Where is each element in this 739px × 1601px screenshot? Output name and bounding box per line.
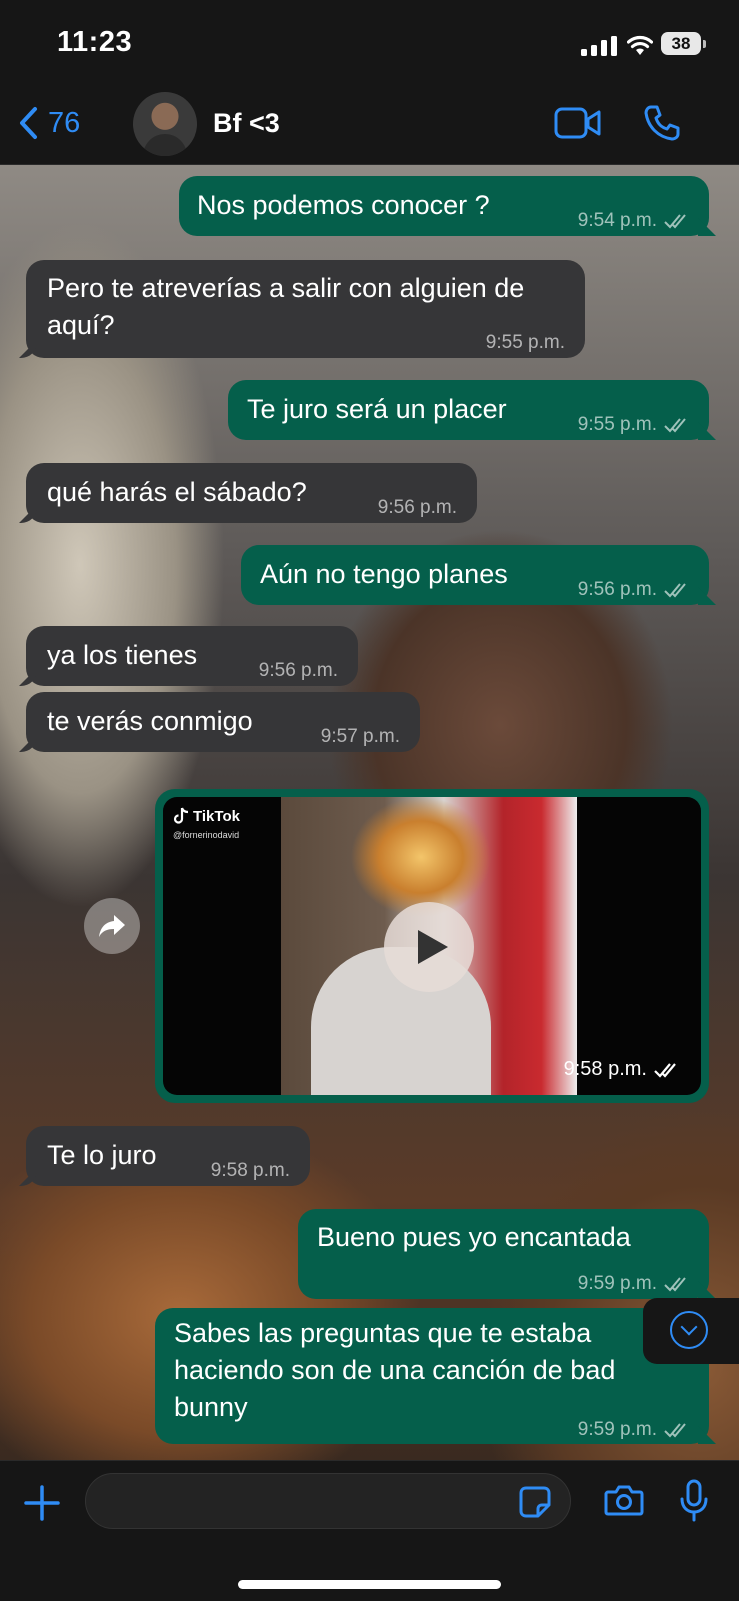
message-text: te verás conmigo <box>47 706 253 736</box>
message-time: 9:57 p.m. <box>320 726 400 747</box>
chat-area[interactable]: Nos podemos conocer ? 9:54 p.m. Pero te … <box>0 165 739 1460</box>
status-time: 11:23 <box>57 26 133 58</box>
message-text: Aún no tengo planes <box>260 559 508 589</box>
message-outgoing[interactable]: Bueno pues yo encantada 9:59 p.m. <box>298 1209 709 1299</box>
forward-button[interactable] <box>84 898 140 954</box>
message-time: 9:58 p.m. <box>210 1160 290 1181</box>
camera-icon[interactable] <box>604 1483 644 1517</box>
message-text: Bueno pues yo encantada <box>317 1222 631 1252</box>
message-composer <box>0 1460 739 1601</box>
tiktok-username: @fornerinodavid <box>173 830 240 840</box>
message-outgoing[interactable]: Sabes las preguntas que te estaba hacien… <box>155 1308 709 1444</box>
forward-icon <box>99 915 125 937</box>
message-time: 9:58 p.m. <box>564 1058 683 1081</box>
wifi-icon <box>627 35 653 55</box>
video-message[interactable]: TikTok @fornerinodavid 9:58 p.m. <box>155 789 709 1103</box>
read-receipt-icon <box>664 582 686 597</box>
message-incoming[interactable]: ya los tienes 9:56 p.m. <box>26 626 358 686</box>
tiktok-icon <box>173 807 189 824</box>
phone-call-icon[interactable] <box>643 104 681 142</box>
message-incoming[interactable]: qué harás el sábado? 9:56 p.m. <box>26 463 477 523</box>
message-text: Te lo juro <box>47 1140 157 1170</box>
message-time: 9:59 p.m. <box>578 1265 691 1302</box>
video-thumbnail[interactable]: TikTok @fornerinodavid 9:58 p.m. <box>163 797 701 1095</box>
battery-indicator: 38 <box>661 32 706 55</box>
video-call-icon[interactable] <box>554 106 602 140</box>
message-incoming[interactable]: Te lo juro 9:58 p.m. <box>26 1126 310 1186</box>
contact-name[interactable]: Bf <3 <box>213 108 280 139</box>
sticker-icon[interactable] <box>518 1485 552 1519</box>
message-text: Nos podemos conocer ? <box>197 190 490 220</box>
message-time: 9:59 p.m. <box>578 1411 691 1448</box>
read-receipt-icon <box>664 1276 686 1291</box>
avatar[interactable] <box>133 92 197 156</box>
read-receipt-icon <box>664 417 686 432</box>
message-time: 9:55 p.m. <box>578 406 691 443</box>
scroll-to-bottom-button[interactable] <box>643 1298 739 1364</box>
message-time: 9:56 p.m. <box>258 660 338 681</box>
message-input[interactable] <box>85 1473 571 1529</box>
message-time: 9:56 p.m. <box>578 571 691 608</box>
message-incoming[interactable]: te verás conmigo 9:57 p.m. <box>26 692 420 752</box>
signal-icon <box>581 36 617 56</box>
message-text: ya los tienes <box>47 640 198 670</box>
message-text: qué harás el sábado? <box>47 477 307 507</box>
message-time-text: 9:58 p.m. <box>563 1058 647 1080</box>
message-text: Te juro será un placer <box>247 394 507 424</box>
tiktok-watermark: TikTok <box>173 807 240 825</box>
plus-icon[interactable] <box>22 1483 62 1523</box>
message-time-text: 9:56 p.m. <box>577 579 657 600</box>
chat-header: 76 Bf <3 <box>0 88 739 165</box>
home-indicator <box>238 1580 501 1589</box>
read-receipt-icon <box>664 1422 686 1437</box>
chevron-left-icon <box>20 107 37 139</box>
message-time: 9:55 p.m. <box>485 332 565 353</box>
message-outgoing[interactable]: Nos podemos conocer ? 9:54 p.m. <box>179 176 709 236</box>
message-time-text: 9:55 p.m. <box>577 414 657 435</box>
message-time-text: 9:54 p.m. <box>577 210 657 231</box>
unread-count: 76 <box>48 106 81 139</box>
message-text: Sabes las preguntas que te estaba hacien… <box>174 1318 616 1422</box>
message-time: 9:54 p.m. <box>578 202 691 239</box>
read-receipt-icon <box>664 213 686 228</box>
back-button[interactable]: 76 <box>18 106 80 140</box>
message-text: Pero te atreverías a salir con alguien d… <box>47 273 525 340</box>
message-outgoing[interactable]: Aún no tengo planes 9:56 p.m. <box>241 545 709 605</box>
message-time: 9:56 p.m. <box>377 497 457 518</box>
message-incoming[interactable]: Pero te atreverías a salir con alguien d… <box>26 260 585 358</box>
status-bar: 11:23 38 <box>0 0 739 88</box>
play-button[interactable] <box>384 902 474 992</box>
tiktok-label: TikTok <box>193 807 240 825</box>
chevron-down-icon <box>670 1311 708 1349</box>
message-outgoing[interactable]: Te juro será un placer 9:55 p.m. <box>228 380 709 440</box>
message-time-text: 9:59 p.m. <box>577 1419 657 1440</box>
read-receipt-icon <box>654 1062 676 1078</box>
message-time-text: 9:59 p.m. <box>577 1273 657 1294</box>
microphone-icon[interactable] <box>679 1479 709 1523</box>
